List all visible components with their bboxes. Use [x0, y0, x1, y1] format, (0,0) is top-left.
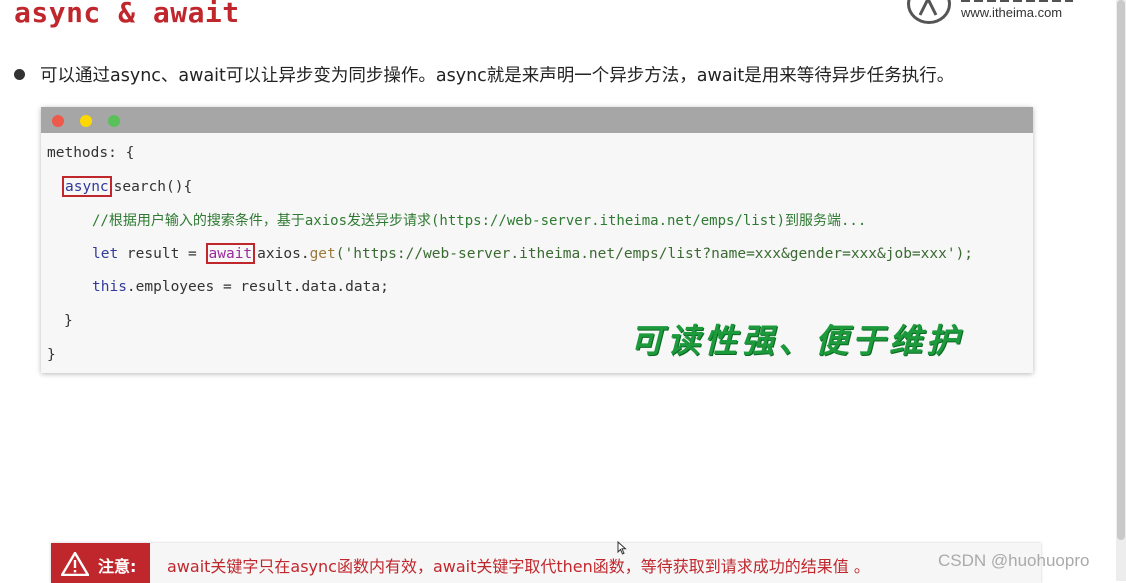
code-close-inner: }	[64, 313, 73, 329]
brand-logo: www.itheima.com	[905, 0, 1075, 26]
await-keyword-highlight: await	[205, 243, 256, 264]
minimize-dot-icon	[80, 115, 92, 127]
intro-text: 可以通过async、await可以让异步变为同步操作。async就是来声明一个异…	[40, 66, 955, 86]
code-window-titlebar	[41, 107, 1033, 133]
maximize-dot-icon	[108, 115, 120, 127]
code-get-method: get	[309, 246, 336, 262]
close-dot-icon	[52, 115, 64, 127]
warning-icon	[61, 552, 89, 576]
logo-url: www.itheima.com	[961, 5, 1063, 20]
code-search-fn: search(){	[113, 179, 193, 195]
code-line-4: let result = await axios.get('https://web…	[92, 243, 973, 265]
code-this-keyword: this	[92, 279, 127, 295]
bullet-icon	[14, 69, 25, 80]
note-label: 注意:	[98, 557, 137, 576]
code-axios: axios.	[257, 246, 310, 262]
code-comment: //根据用户输入的搜索条件，基于axios发送异步请求(https://web-…	[92, 213, 867, 229]
note-text: await关键字只在async函数内有效，await关键字取代then函数，等待…	[167, 557, 870, 576]
mouse-cursor-icon	[617, 541, 627, 555]
logo-mark-icon	[907, 0, 951, 24]
slogan-text: 可读性强、便于维护	[630, 321, 963, 360]
code-result-var: result =	[118, 246, 206, 262]
code-assignment: .employees = result.data.data;	[126, 279, 389, 295]
code-methods: methods: {	[47, 145, 135, 161]
code-line-1: methods: {	[47, 142, 134, 164]
logo-wordmark	[961, 0, 1073, 2]
code-line-5: this.employees = result.data.data;	[92, 276, 389, 298]
code-line-2: async search(){	[62, 176, 192, 198]
async-keyword-highlight: async	[62, 176, 112, 197]
page-title: async & await	[14, 0, 240, 29]
code-let-keyword: let	[92, 246, 119, 262]
code-close-outer: }	[47, 347, 56, 363]
note-banner: 注意: await关键字只在async函数内有效，await关键字取代then函…	[51, 543, 1041, 583]
scrollbar-thumb[interactable]	[1117, 0, 1125, 540]
code-url-string: ('https://web-server.itheima.net/emps/li…	[335, 246, 974, 262]
watermark: CSDN @huohuopro	[938, 551, 1090, 570]
scrollbar[interactable]	[1116, 0, 1126, 581]
note-label-block: 注意:	[51, 543, 150, 583]
